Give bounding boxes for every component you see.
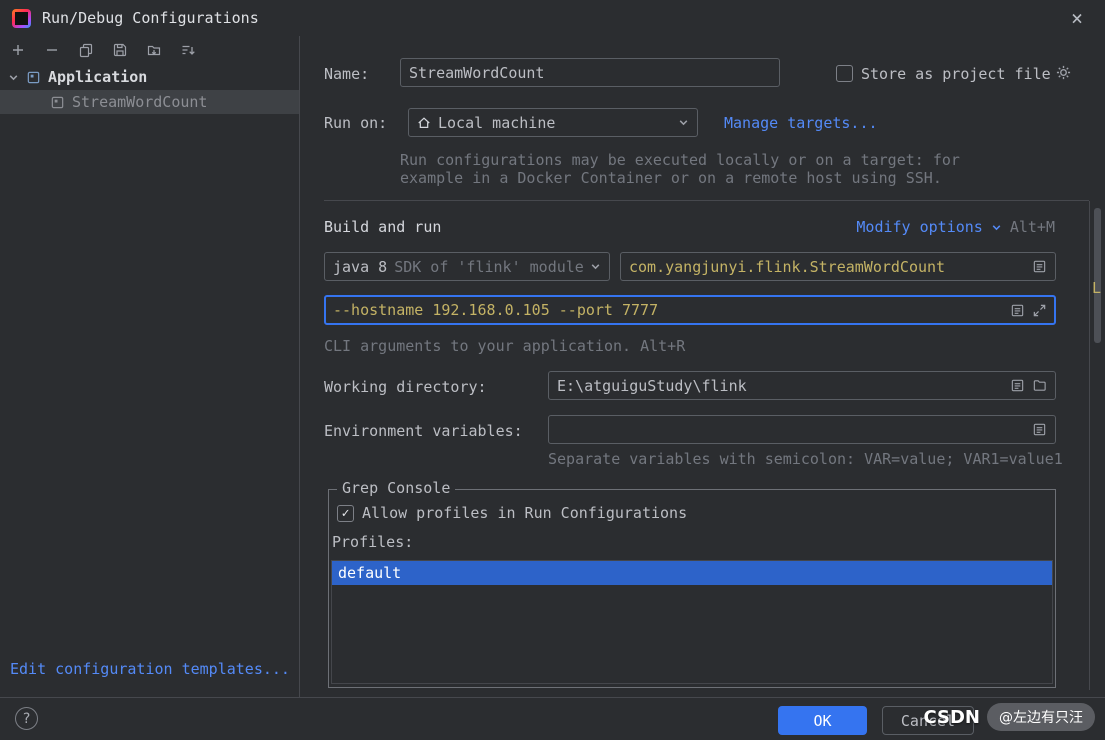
name-input[interactable] [409,64,771,82]
run-on-combo[interactable]: Local machine [408,108,698,137]
store-as-project-file-label: Store as project file [861,65,1051,83]
watermark: CSDN @左边有只汪 [923,703,1095,731]
working-directory-input[interactable] [557,377,1003,395]
cli-args-help: CLI arguments to your application. Alt+R [324,337,685,355]
insert-macros-icon[interactable] [1032,422,1047,437]
move-to-folder-icon[interactable] [145,41,163,59]
run-on-help-line2: example in a Docker Container or on a re… [400,169,942,187]
environment-variables-field-wrap [548,415,1056,444]
profiles-label: Profiles: [332,533,413,551]
intellij-logo-icon [12,9,31,28]
sort-configurations-icon[interactable] [179,41,197,59]
modify-options-link[interactable]: Modify options [856,218,982,236]
help-button[interactable]: ? [15,707,38,730]
dialog-title: Run/Debug Configurations [42,9,259,27]
profiles-list: default [331,560,1053,684]
profile-name: default [338,564,401,582]
configurations-sidebar: Application StreamWordCount [0,36,300,697]
name-field-wrap [400,58,780,87]
insert-macros-icon[interactable] [1010,303,1025,318]
main-class-input[interactable] [629,258,1025,276]
chevron-down-icon [678,117,689,128]
remove-configuration-icon[interactable] [43,41,61,59]
application-type-icon [26,70,41,85]
tree-node-label: Application [48,68,147,86]
scrollbar-thumb[interactable] [1094,208,1101,343]
insert-macros-icon[interactable] [1032,259,1047,274]
add-configuration-icon[interactable] [9,41,27,59]
jdk-hint: SDK of 'flink' module [394,258,583,276]
build-and-run-title: Build and run [324,218,441,236]
close-icon[interactable]: × [1063,4,1091,32]
chevron-down-icon [590,261,601,272]
program-arguments-input[interactable] [333,301,1003,319]
name-label: Name: [324,65,369,83]
working-directory-field-wrap [548,371,1056,400]
tree-node-application[interactable]: Application [0,64,299,90]
profile-list-item[interactable]: default [332,561,1052,585]
footer-divider [0,697,1105,698]
environment-variables-input[interactable] [557,421,1025,439]
jdk-value: java 8 [333,258,387,276]
run-configuration-icon [50,95,65,110]
chevron-down-icon [8,72,19,83]
scroll-divider [1089,201,1090,690]
run-on-label: Run on: [324,114,387,132]
sidebar-toolbar [0,36,299,64]
jdk-combo[interactable]: java 8 SDK of 'flink' module [324,252,610,281]
allow-profiles-checkbox[interactable]: ✓ [337,505,354,522]
environment-variables-label: Environment variables: [324,422,523,440]
tree-item-streamwordcount[interactable]: StreamWordCount [0,90,299,114]
manage-targets-link[interactable]: Manage targets... [724,114,878,132]
ok-button[interactable]: OK [778,706,867,735]
store-settings-gear-icon[interactable] [1055,64,1072,81]
grep-console-group: Grep Console ✓ Allow profiles in Run Con… [328,489,1056,688]
section-divider [324,200,1089,201]
run-on-value: Local machine [438,114,671,132]
help-icon: ? [22,711,30,727]
tree-item-label: StreamWordCount [72,93,207,111]
local-machine-house-icon [417,116,431,130]
save-configuration-icon[interactable] [111,41,129,59]
environment-variables-help: Separate variables with semicolon: VAR=v… [548,450,1063,468]
edit-configuration-templates-link[interactable]: Edit configuration templates... [10,660,290,678]
working-directory-label: Working directory: [324,378,487,396]
watermark-brand: CSDN [923,707,980,728]
browse-folder-icon[interactable] [1032,378,1047,393]
check-icon: ✓ [342,506,350,521]
run-on-help-line1: Run configurations may be executed local… [400,151,960,169]
main-class-field-wrap [620,252,1056,281]
program-arguments-field-wrap [324,295,1056,325]
clipped-text-artifact: L [1092,279,1101,297]
allow-profiles-label: Allow profiles in Run Configurations [362,504,687,522]
insert-macros-icon[interactable] [1010,378,1025,393]
watermark-user: @左边有只汪 [987,703,1095,731]
chevron-down-icon [991,222,1002,233]
store-as-project-file-checkbox[interactable] [836,65,853,82]
title-bar: Run/Debug Configurations [0,0,1105,36]
expand-field-icon[interactable] [1032,303,1047,318]
build-and-run-header: Build and run Modify options Alt+M [324,218,1055,236]
run-debug-configurations-dialog: Run/Debug Configurations × [0,0,1105,740]
grep-console-legend: Grep Console [337,479,455,497]
modify-options-shortcut: Alt+M [1010,218,1055,236]
copy-configuration-icon[interactable] [77,41,95,59]
